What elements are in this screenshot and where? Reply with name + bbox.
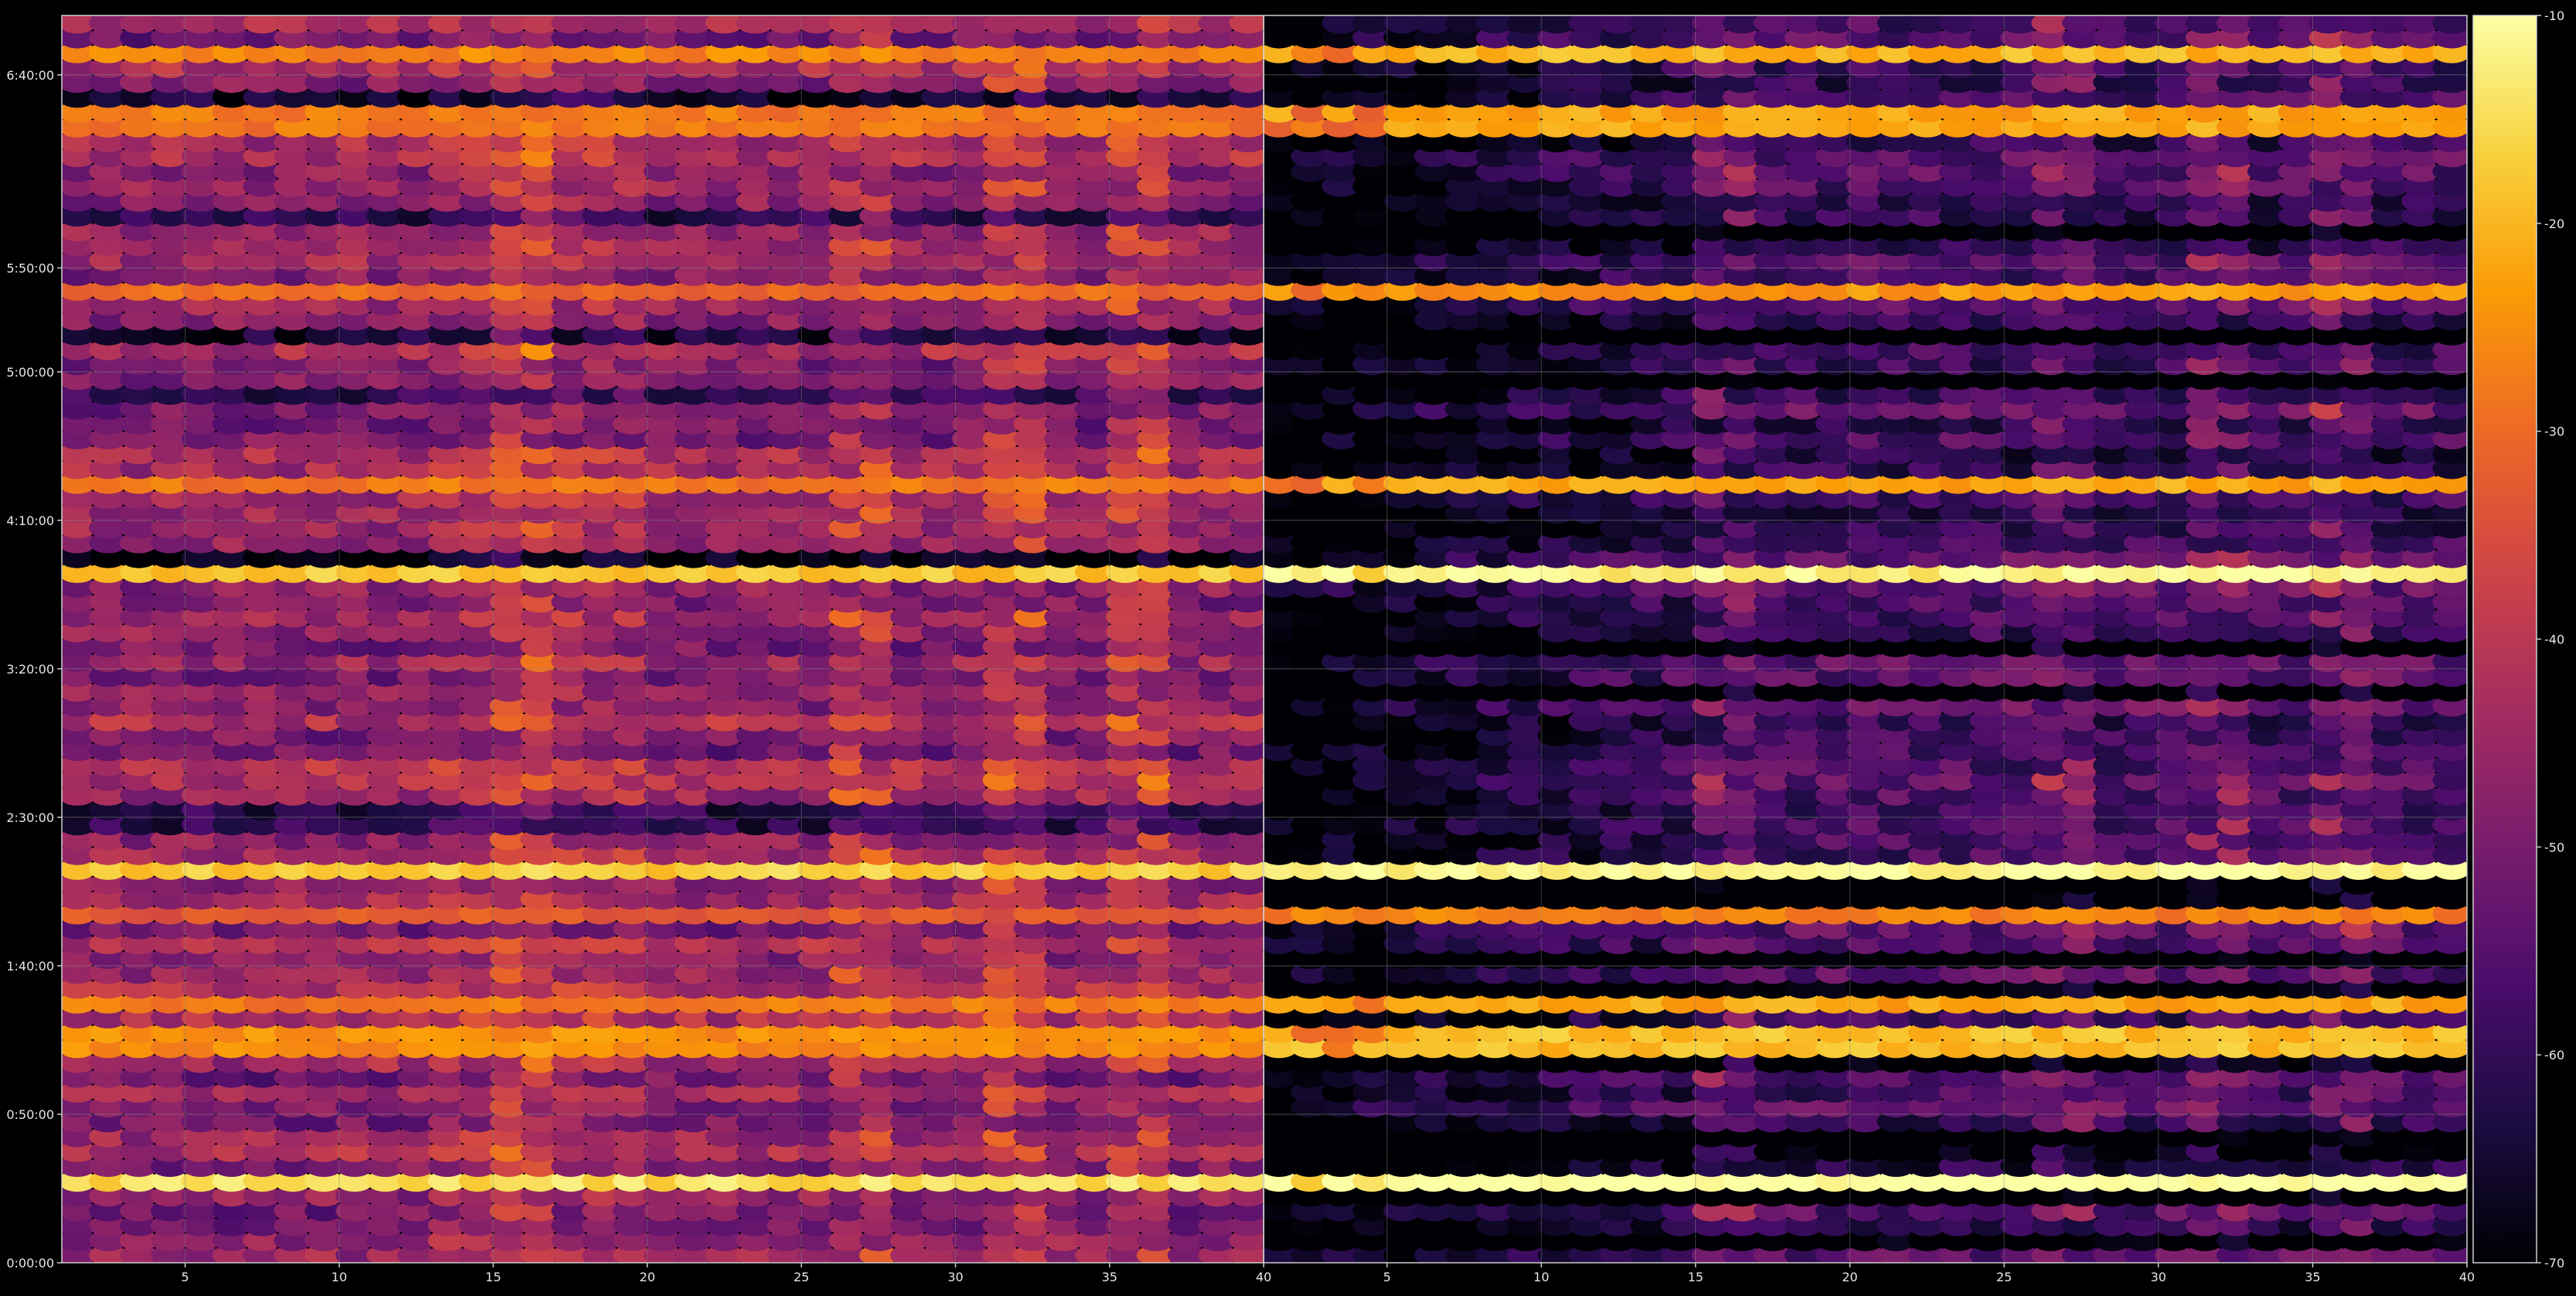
chart-svg: 0:00:000:50:001:40:002:30:003:20:004:10:…	[0, 0, 2576, 1293]
heatmap-chart: 0:00:00 0:50:00 1:40:00 2:30:00 3:20:00 4:10:…	[0, 0, 2576, 1293]
right-panel-cells	[1264, 15, 2467, 1263]
left-panel-cells	[62, 15, 1264, 1263]
